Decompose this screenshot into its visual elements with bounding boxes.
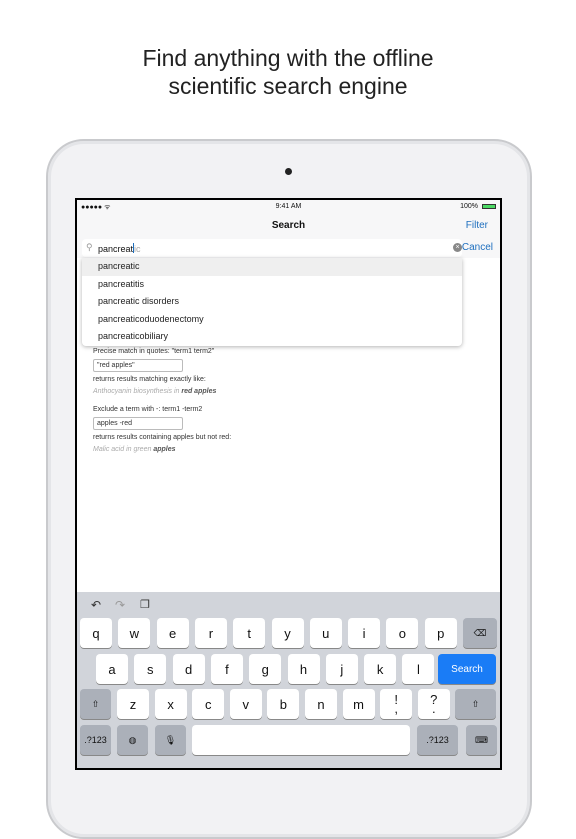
suggestion-item[interactable]: pancreaticobiliary xyxy=(82,328,462,346)
key-g[interactable]: g xyxy=(249,654,282,684)
battery-percent: 100% xyxy=(460,203,478,210)
status-bar: ●●●●● ᯤ 9:41 AM 100% xyxy=(77,200,500,214)
key-!,[interactable]: ! , xyxy=(380,689,413,719)
key-v[interactable]: v xyxy=(229,689,262,719)
key-u[interactable]: u xyxy=(309,618,342,648)
key-j[interactable]: j xyxy=(325,654,358,684)
precise-returns: returns results matching exactly like: xyxy=(93,376,206,383)
key-d[interactable]: d xyxy=(172,654,205,684)
status-time: 9:41 AM xyxy=(275,203,302,210)
camera xyxy=(285,168,292,175)
microphone-key[interactable]: 🎙 xyxy=(155,725,186,755)
undo-icon[interactable]: ↶ xyxy=(91,598,101,612)
suggestion-item[interactable]: pancreatic disorders xyxy=(82,293,462,311)
precise-label: Precise match in quotes: "term1 term2" xyxy=(93,348,215,355)
search-bar: ⚲ pancreatic × Cancel xyxy=(77,238,500,258)
key-p[interactable]: p xyxy=(424,618,457,648)
search-key[interactable]: Search xyxy=(438,654,496,684)
key-z[interactable]: z xyxy=(117,689,149,719)
search-input[interactable]: ⚲ pancreatic × xyxy=(82,239,462,257)
key-a[interactable]: a xyxy=(96,654,128,684)
page-title: Search xyxy=(271,220,306,231)
exclude-result: Malic acid in green apples xyxy=(93,446,176,453)
suggestion-item[interactable]: pancreatitis xyxy=(82,276,462,294)
battery-icon xyxy=(482,204,496,209)
keyboard: ↶ ↷ ❐ q w e r t y u i o p ⌫ a s d f g h j k l Search ⇧ z x c v b n m… xyxy=(77,592,500,768)
key-o[interactable]: o xyxy=(386,618,419,648)
shift-key[interactable]: ⇧ xyxy=(80,689,111,719)
key-i[interactable]: i xyxy=(348,618,381,648)
key-f[interactable]: f xyxy=(210,654,243,684)
key-?.[interactable]: ? . xyxy=(417,689,450,719)
backspace-key[interactable]: ⌫ xyxy=(463,618,497,648)
precise-result-text: Anthocyanin biosynthesis in xyxy=(93,388,182,395)
key-e[interactable]: e xyxy=(156,618,189,648)
cancel-button[interactable]: Cancel xyxy=(462,242,493,253)
suggestion-list: pancreatic pancreatitis pancreatic disor… xyxy=(82,258,462,346)
key-c[interactable]: c xyxy=(192,689,225,719)
numbers-key[interactable]: .?123 xyxy=(417,725,458,755)
exclude-result-text: Malic acid in green xyxy=(93,446,154,453)
globe-key[interactable]: ◍ xyxy=(117,725,148,755)
search-icon: ⚲ xyxy=(86,242,93,252)
key-y[interactable]: y xyxy=(271,618,304,648)
paste-icon[interactable]: ❐ xyxy=(140,598,150,611)
key-s[interactable]: s xyxy=(134,654,167,684)
key-q[interactable]: q xyxy=(80,618,112,648)
exclude-example: apples -red xyxy=(93,417,183,430)
key-r[interactable]: r xyxy=(194,618,227,648)
screen: ●●●●● ᯤ 9:41 AM 100% Search Filter ⚲ pan… xyxy=(75,198,502,770)
clear-icon[interactable]: × xyxy=(453,243,462,252)
autocomplete-suffix: ic xyxy=(134,244,141,254)
key-n[interactable]: n xyxy=(305,689,337,719)
precise-result-match: red apples xyxy=(181,388,217,395)
precise-example: "red apples" xyxy=(93,359,183,372)
key-k[interactable]: k xyxy=(364,654,397,684)
hide-keyboard-key[interactable]: ⌨ xyxy=(466,725,497,755)
numbers-key[interactable]: .?123 xyxy=(80,725,111,755)
search-query: pancreat xyxy=(98,244,134,254)
headline-line-2: scientific search engine xyxy=(168,73,408,99)
key-m[interactable]: m xyxy=(342,689,375,719)
redo-icon[interactable]: ↷ xyxy=(115,598,125,612)
exclude-label: Exclude a term with -: term1 -term2 xyxy=(93,406,203,413)
nav-bar: Search Filter xyxy=(77,214,500,236)
key-x[interactable]: x xyxy=(154,689,187,719)
key-h[interactable]: h xyxy=(287,654,320,684)
headline-line-1: Find anything with the offline xyxy=(142,45,434,71)
precise-result: Anthocyanin biosynthesis in red apples xyxy=(93,388,216,395)
headline: Find anything with the offline scientifi… xyxy=(0,44,576,100)
exclude-returns: returns results containing apples but no… xyxy=(93,434,232,441)
space-key[interactable] xyxy=(192,725,410,755)
key-w[interactable]: w xyxy=(118,618,151,648)
key-t[interactable]: t xyxy=(233,618,266,648)
suggestion-item[interactable]: pancreatic xyxy=(82,258,462,276)
suggestion-item[interactable]: pancreaticoduodenectomy xyxy=(82,311,462,329)
key-b[interactable]: b xyxy=(267,689,300,719)
shift-key[interactable]: ⇧ xyxy=(455,689,496,719)
exclude-result-match: apples xyxy=(153,446,176,453)
filter-button[interactable]: Filter xyxy=(466,220,488,231)
key-l[interactable]: l xyxy=(402,654,435,684)
